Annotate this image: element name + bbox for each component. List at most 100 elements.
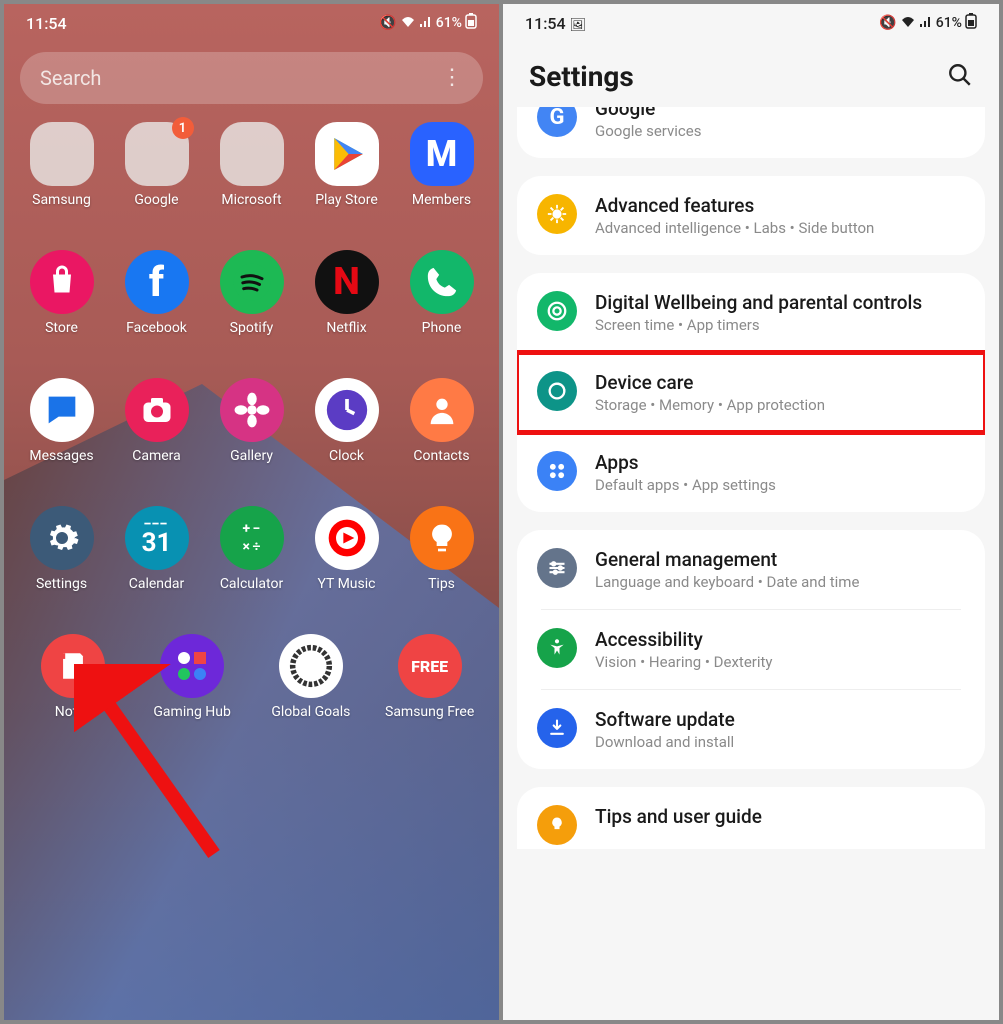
google-icon: G — [537, 107, 577, 137]
battery-text: 61% — [436, 15, 462, 31]
app-icon: 1 — [125, 122, 189, 186]
app-label: Global Goals — [271, 704, 350, 720]
app-messages[interactable]: Messages — [23, 378, 101, 464]
app-label: Spotify — [230, 320, 274, 336]
settings-item-digital-wellbeing-and-parental-controls[interactable]: Digital Wellbeing and parental controlsS… — [517, 273, 985, 352]
app-icon — [30, 122, 94, 186]
item-subtitle: Advanced intelligence • Labs • Side butt… — [595, 219, 965, 237]
mute-icon: 🔇 — [879, 15, 896, 31]
settings-item-accessibility[interactable]: AccessibilityVision • Hearing • Dexterit… — [517, 610, 985, 689]
item-title: Device care — [595, 371, 965, 394]
item-subtitle: Storage • Memory • App protection — [595, 396, 965, 414]
app-label: Phone — [422, 320, 462, 336]
app-gaming-hub[interactable]: Gaming Hub — [153, 634, 231, 720]
app-label: Samsung — [32, 192, 91, 208]
settings-list: GGoogleGoogle servicesAdvanced featuresA… — [503, 107, 999, 849]
statusbar-right: 11:54 🖼 🔇 61% — [503, 4, 999, 42]
item-title: Advanced features — [595, 194, 965, 217]
item-subtitle: Download and install — [595, 733, 965, 751]
app-settings[interactable]: Settings — [23, 506, 101, 592]
settings-item-apps[interactable]: AppsDefault apps • App settings — [517, 433, 985, 512]
mute-icon: 🔇 — [379, 15, 396, 31]
app-label: Settings — [36, 576, 87, 592]
app-icon — [30, 378, 94, 442]
app-notes[interactable]: Notes — [34, 634, 112, 720]
app-icon — [279, 634, 343, 698]
signal-icon — [919, 15, 933, 31]
app-store[interactable]: Store — [23, 250, 101, 336]
app-icon: FREE — [398, 634, 462, 698]
home-screen: 11:54 🔇 61% Search ⋮ Samsung 1GoogleMicro… — [4, 4, 499, 1020]
apps-icon — [537, 451, 577, 491]
item-subtitle: Vision • Hearing • Dexterity — [595, 653, 965, 671]
app-label: YT Music — [318, 576, 376, 592]
app-grid: Samsung 1GoogleMicrosoft Play Store M Member… — [4, 114, 499, 720]
app-icon — [30, 250, 94, 314]
settings-header: Settings — [503, 42, 999, 107]
app-gallery[interactable]: Gallery — [213, 378, 291, 464]
app-icon — [125, 378, 189, 442]
app-icon — [220, 122, 284, 186]
app-label: Calendar — [129, 576, 185, 592]
settings-item-general-management[interactable]: General managementLanguage and keyboard … — [517, 530, 985, 609]
settings-item-google[interactable]: GGoogleGoogle services — [517, 107, 985, 158]
item-title: Software update — [595, 708, 965, 731]
app-samsung[interactable]: Samsung — [23, 122, 101, 208]
settings-item-device-care[interactable]: Device care Storage • Memory • App protec… — [517, 353, 985, 432]
app-yt-music[interactable]: YT Music — [308, 506, 386, 592]
app-microsoft[interactable]: Microsoft — [213, 122, 291, 208]
app-label: Members — [412, 192, 471, 208]
app-samsung-free[interactable]: FREESamsung Free — [391, 634, 469, 720]
general-management-icon — [537, 548, 577, 588]
search-placeholder: Search — [40, 66, 101, 90]
app-label: Clock — [329, 448, 364, 464]
battery-text: 61% — [936, 15, 962, 31]
image-icon: 🖼 — [570, 18, 587, 33]
app-label: Netflix — [326, 320, 366, 336]
app-label: Play Store — [315, 192, 378, 208]
app-tips[interactable]: Tips — [403, 506, 481, 592]
status-icons: 🔇 61% — [379, 13, 477, 33]
item-subtitle: Language and keyboard • Date and time — [595, 573, 965, 591]
app-icon — [410, 250, 474, 314]
app-facebook[interactable]: fFacebook — [118, 250, 196, 336]
settings-item-software-update[interactable]: Software update Download and install — [517, 690, 985, 769]
item-title: Tips and user guide — [595, 805, 965, 828]
clock: 11:54 — [26, 14, 67, 33]
item-subtitle: Default apps • App settings — [595, 476, 965, 494]
app-members[interactable]: M Members — [403, 122, 481, 208]
app-phone[interactable]: Phone — [403, 250, 481, 336]
software-update-icon — [537, 708, 577, 748]
app-icon — [410, 506, 474, 570]
app-icon: M — [410, 122, 474, 186]
app-contacts[interactable]: Contacts — [403, 378, 481, 464]
search-bar[interactable]: Search ⋮ — [20, 52, 483, 104]
app-icon — [315, 378, 379, 442]
app-label: Contacts — [413, 448, 469, 464]
app-icon — [315, 506, 379, 570]
app-icon: ━━━31 — [125, 506, 189, 570]
page-title: Settings — [529, 60, 634, 93]
app-spotify[interactable]: Spotify — [213, 250, 291, 336]
app-camera[interactable]: Camera — [118, 378, 196, 464]
status-icons: 🔇 61% — [879, 13, 977, 33]
app-calendar[interactable]: ━━━31 Calendar — [118, 506, 196, 592]
advanced-features-icon — [537, 194, 577, 234]
app-icon — [160, 634, 224, 698]
settings-item-tips-and-user-guide[interactable]: Tips and user guide — [517, 787, 985, 849]
app-play-store[interactable]: Play Store — [308, 122, 386, 208]
app-global-goals[interactable]: Global Goals — [272, 634, 350, 720]
tips-and-user-guide-icon — [537, 805, 577, 845]
app-label: Camera — [132, 448, 181, 464]
digital-wellbeing-and-parental-controls-icon — [537, 291, 577, 331]
app-netflix[interactable]: NNetflix — [308, 250, 386, 336]
search-icon[interactable] — [947, 62, 973, 92]
app-google[interactable]: 1Google — [118, 122, 196, 208]
app-calculator[interactable]: +−×÷Calculator — [213, 506, 291, 592]
app-label: Gallery — [230, 448, 273, 464]
notification-badge: 1 — [172, 117, 194, 139]
settings-item-advanced-features[interactable]: Advanced features Advanced intelligence •… — [517, 176, 985, 255]
app-clock[interactable]: Clock — [308, 378, 386, 464]
statusbar-left: 11:54 🔇 61% — [4, 4, 499, 42]
item-subtitle: Screen time • App timers — [595, 316, 965, 334]
